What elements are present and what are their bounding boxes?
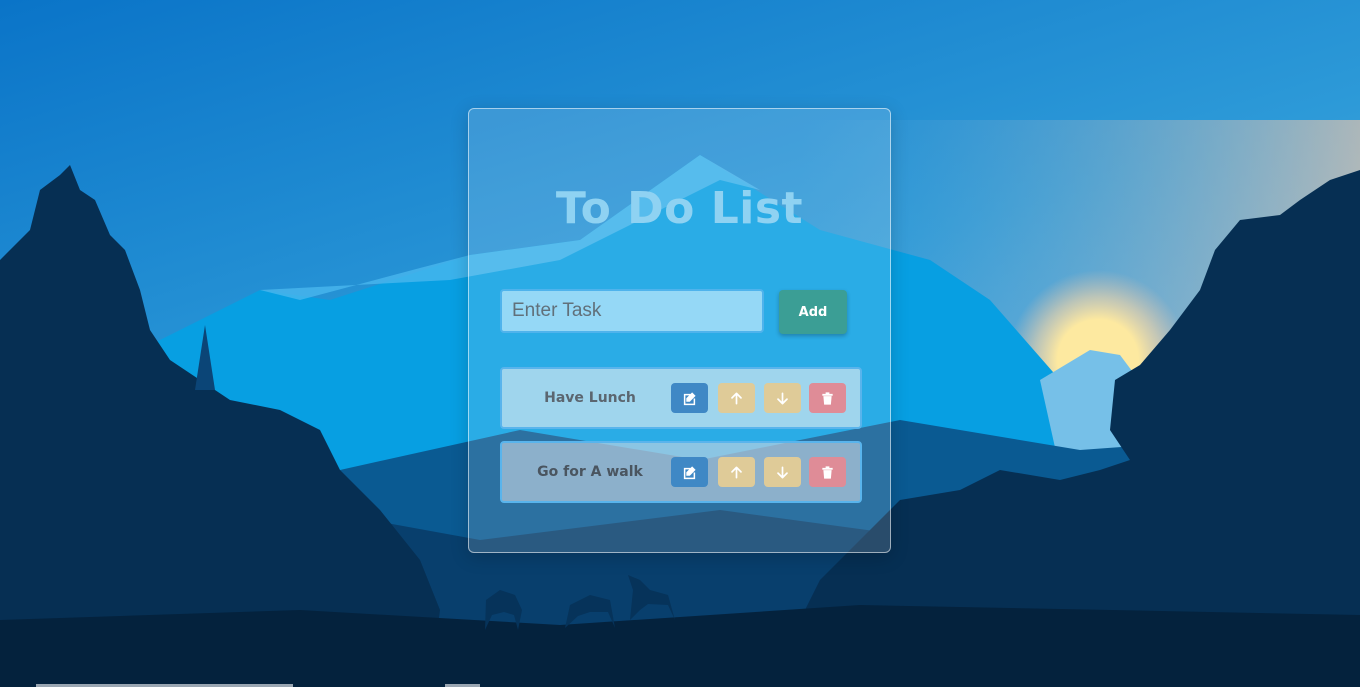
delete-button[interactable] — [809, 383, 846, 413]
ground — [0, 605, 1360, 687]
move-down-button[interactable] — [764, 457, 801, 487]
arrow-down-icon — [777, 392, 788, 404]
edit-button[interactable] — [671, 457, 708, 487]
task-input[interactable] — [500, 289, 764, 333]
arrow-up-icon — [731, 466, 742, 478]
trash-icon — [822, 465, 833, 479]
edit-icon — [683, 391, 696, 405]
move-up-button[interactable] — [718, 457, 755, 487]
edit-icon — [683, 465, 696, 479]
move-up-button[interactable] — [718, 383, 755, 413]
move-down-button[interactable] — [764, 383, 801, 413]
task-item: Have Lunch — [500, 367, 862, 429]
arrow-down-icon — [777, 466, 788, 478]
todo-card: To Do List Add Have Lunch Go for A walk — [468, 108, 891, 553]
edit-button[interactable] — [671, 383, 708, 413]
trash-icon — [822, 391, 833, 405]
delete-button[interactable] — [809, 457, 846, 487]
task-label: Have Lunch — [544, 390, 636, 406]
arrow-up-icon — [731, 392, 742, 404]
page-title: To Do List — [555, 183, 804, 234]
task-label: Go for A walk — [537, 464, 643, 480]
task-item: Go for A walk — [500, 441, 862, 503]
add-button[interactable]: Add — [779, 290, 847, 334]
task-list: Have Lunch Go for A walk — [500, 367, 862, 515]
